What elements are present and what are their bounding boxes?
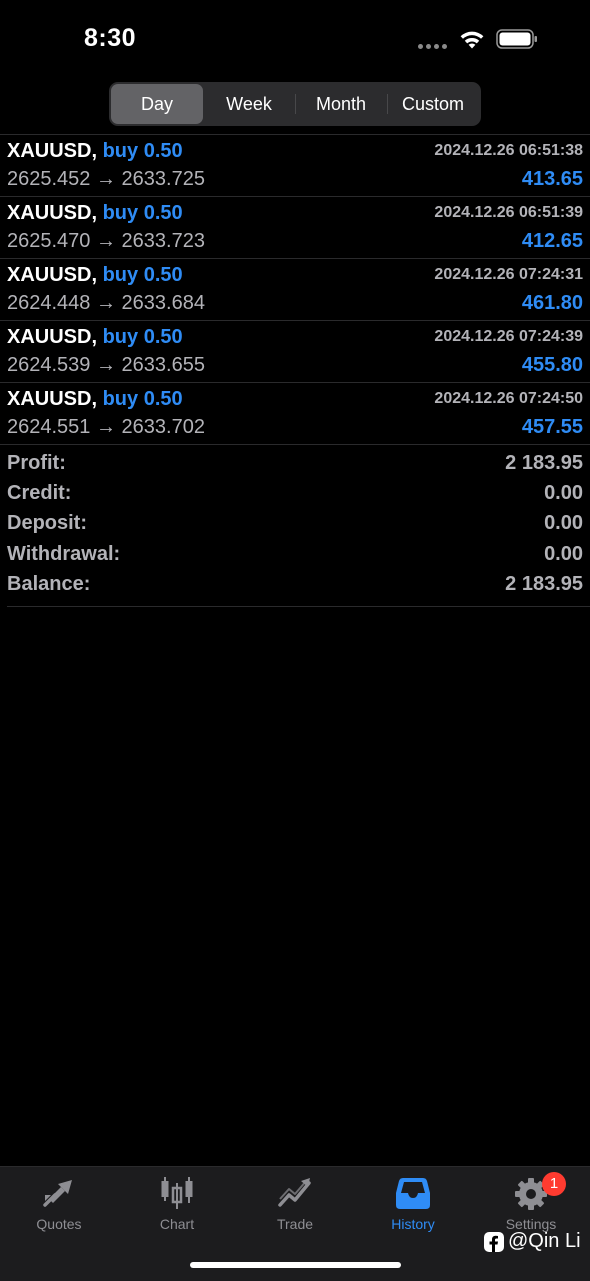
tab-trade-label: Trade [276, 1216, 314, 1232]
summary-value: 0.00 [544, 482, 583, 505]
watermark-text: @Qin Li [508, 1230, 581, 1252]
deal-symbol: XAUUSD, [7, 388, 98, 410]
summary-row-balance: Balance: 2 183.95 [7, 573, 583, 603]
deal-row[interactable]: XAUUSD, buy 0.50 2024.12.26 07:24:50 262… [0, 383, 590, 445]
tab-week[interactable]: Week [203, 84, 295, 124]
tab-history-label: History [391, 1216, 435, 1232]
cellular-signal-icon [418, 44, 447, 49]
status-bar: 8:30 [0, 0, 590, 80]
summary-row-profit: Profit: 2 183.95 [7, 452, 583, 482]
summary-divider [7, 606, 590, 607]
watermark: @Qin Li [484, 1230, 581, 1253]
summary-value: 0.00 [544, 542, 583, 565]
tab-chart[interactable]: Chart [118, 1167, 236, 1247]
battery-icon [496, 29, 537, 49]
facebook-icon [484, 1231, 504, 1252]
tab-quotes-label: Quotes [36, 1216, 82, 1232]
tab-history[interactable]: History [354, 1167, 472, 1247]
deal-symbol-side: XAUUSD, buy 0.50 [7, 140, 183, 163]
deals-list: XAUUSD, buy 0.50 2024.12.26 06:51:38 262… [0, 135, 590, 445]
summary-label: Balance: [7, 572, 91, 595]
deal-side: buy 0.50 [102, 202, 183, 224]
deal-profit: 455.80 [521, 354, 583, 376]
deal-profit: 461.80 [521, 292, 583, 314]
quotes-icon [43, 1180, 72, 1207]
deal-row[interactable]: XAUUSD, buy 0.50 2024.12.26 06:51:38 262… [0, 135, 590, 197]
deal-symbol-side: XAUUSD, buy 0.50 [7, 326, 183, 349]
deal-prices: 2625.470 → 2633.723 [7, 230, 205, 252]
summary-label: Profit: [7, 452, 66, 474]
home-indicator[interactable] [190, 1262, 401, 1268]
tab-day[interactable]: Day [111, 84, 203, 124]
settings-notification-badge: 1 [542, 1172, 566, 1196]
deal-side: buy 0.50 [102, 264, 183, 286]
summary-row-withdrawal: Withdrawal: 0.00 [7, 543, 583, 573]
deal-side: buy 0.50 [102, 388, 183, 410]
account-summary: Profit: 2 183.95 Credit: 0.00 Deposit: 0… [7, 452, 583, 603]
deal-side: buy 0.50 [102, 140, 183, 162]
deal-prices: 2624.551 → 2633.702 [7, 416, 205, 438]
tab-month[interactable]: Month [295, 84, 387, 124]
history-inbox-icon [396, 1178, 430, 1209]
deal-symbol-side: XAUUSD, buy 0.50 [7, 264, 183, 287]
deal-symbol: XAUUSD, [7, 326, 98, 348]
deal-symbol-side: XAUUSD, buy 0.50 [7, 202, 183, 225]
tab-trade[interactable]: Trade [236, 1167, 354, 1247]
deal-prices: 2624.448 → 2633.684 [7, 292, 205, 314]
deal-profit: 457.55 [521, 416, 583, 438]
summary-label: Withdrawal: [7, 542, 121, 565]
deal-time: 2024.12.26 06:51:38 [434, 142, 583, 159]
deal-symbol: XAUUSD, [7, 264, 98, 286]
period-segmented-control: Day Week Month Custom [109, 82, 481, 126]
status-time: 8:30 [84, 24, 137, 52]
deal-symbol: XAUUSD, [7, 140, 98, 162]
deal-symbol: XAUUSD, [7, 202, 98, 224]
wifi-icon [460, 31, 484, 49]
deal-row[interactable]: XAUUSD, buy 0.50 2024.12.26 06:51:39 262… [0, 197, 590, 259]
tab-chart-label: Chart [159, 1216, 195, 1232]
summary-value: 2 183.95 [505, 572, 583, 595]
deal-time: 2024.12.26 07:24:39 [434, 328, 583, 345]
deal-symbol-side: XAUUSD, buy 0.50 [7, 388, 183, 411]
deal-side: buy 0.50 [102, 326, 183, 348]
summary-row-deposit: Deposit: 0.00 [7, 512, 583, 542]
summary-value: 2 183.95 [505, 452, 583, 474]
summary-row-credit: Credit: 0.00 [7, 482, 583, 512]
deal-row[interactable]: XAUUSD, buy 0.50 2024.12.26 07:24:31 262… [0, 259, 590, 321]
summary-label: Credit: [7, 482, 72, 505]
trade-trend-icon [278, 1178, 311, 1207]
deal-time: 2024.12.26 07:24:31 [434, 266, 583, 283]
summary-label: Deposit: [7, 512, 87, 535]
tab-custom[interactable]: Custom [387, 84, 479, 124]
deal-time: 2024.12.26 07:24:50 [434, 390, 583, 407]
deal-prices: 2625.452 → 2633.725 [7, 168, 205, 190]
deal-row[interactable]: XAUUSD, buy 0.50 2024.12.26 07:24:39 262… [0, 321, 590, 383]
tab-quotes[interactable]: Quotes [0, 1167, 118, 1247]
deal-profit: 412.65 [521, 230, 583, 252]
candlestick-chart-icon [161, 1177, 193, 1209]
deal-time: 2024.12.26 06:51:39 [434, 204, 583, 221]
summary-value: 0.00 [544, 512, 583, 535]
deal-profit: 413.65 [521, 168, 583, 190]
deal-prices: 2624.539 → 2633.655 [7, 354, 205, 376]
